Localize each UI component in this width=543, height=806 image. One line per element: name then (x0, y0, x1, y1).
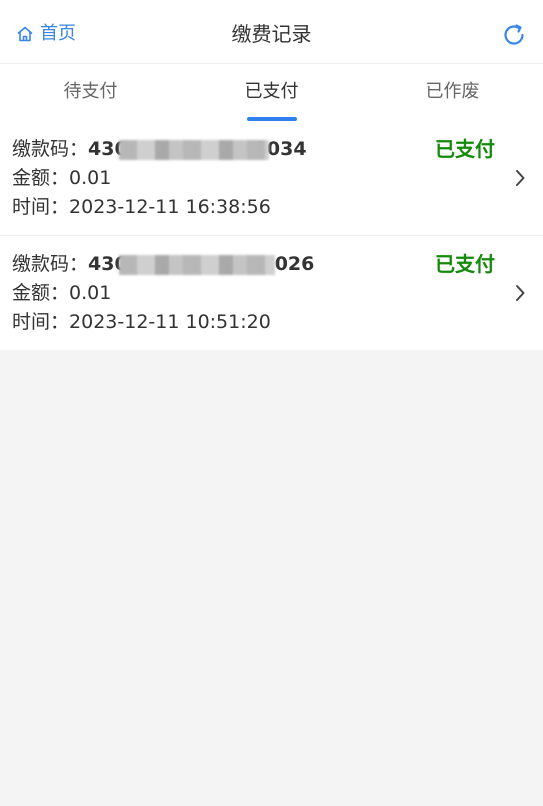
payment-code-label: 缴款码： (12, 138, 89, 160)
tab-pending[interactable]: 待支付 (0, 64, 181, 121)
time-label: 时间： (12, 311, 70, 333)
redaction-blur (119, 140, 270, 160)
status-badge: 已支付 (435, 137, 495, 161)
redaction-blur (119, 255, 276, 275)
time-line: 时间：2023-12-11 10:51:20 (12, 308, 531, 337)
payment-code-value: 430 0034 (88, 135, 307, 164)
status-tabs: 待支付 已支付 已作废 (0, 64, 543, 121)
page-title: 缴费记录 (231, 22, 312, 46)
amount-value: 0.01 (69, 167, 112, 189)
payment-code-label: 缴款码： (12, 253, 89, 275)
amount-value: 0.01 (69, 282, 112, 304)
tab-paid[interactable]: 已支付 (181, 64, 362, 121)
payment-code-suffix: 026 (274, 253, 315, 275)
amount-line: 金额：0.01 (12, 279, 531, 308)
record-item[interactable]: 缴款码：430 026 金额：0.01 时间：2023-12-11 10:51:2… (0, 235, 543, 350)
header-bar: 首页 缴费记录 (0, 0, 543, 64)
time-value: 2023-12-11 16:38:56 (69, 196, 271, 218)
amount-label: 金额： (12, 282, 70, 304)
chevron-right-icon[interactable] (513, 283, 527, 303)
record-list: 缴款码：430 0034 金额：0.01 时间：2023-12-11 16:38:… (0, 121, 543, 350)
refresh-icon (501, 24, 527, 52)
record-item[interactable]: 缴款码：430 0034 金额：0.01 时间：2023-12-11 16:38:… (0, 121, 543, 235)
time-value: 2023-12-11 10:51:20 (69, 311, 271, 333)
amount-line: 金额：0.01 (12, 164, 531, 193)
chevron-right-icon[interactable] (513, 168, 527, 188)
payment-code-value: 430 026 (88, 250, 314, 279)
time-line: 时间：2023-12-11 16:38:56 (12, 193, 531, 222)
amount-label: 金额： (12, 167, 70, 189)
refresh-button[interactable] (501, 22, 527, 48)
status-badge: 已支付 (435, 252, 495, 276)
time-label: 时间： (12, 196, 70, 218)
tab-voided[interactable]: 已作废 (362, 64, 543, 121)
